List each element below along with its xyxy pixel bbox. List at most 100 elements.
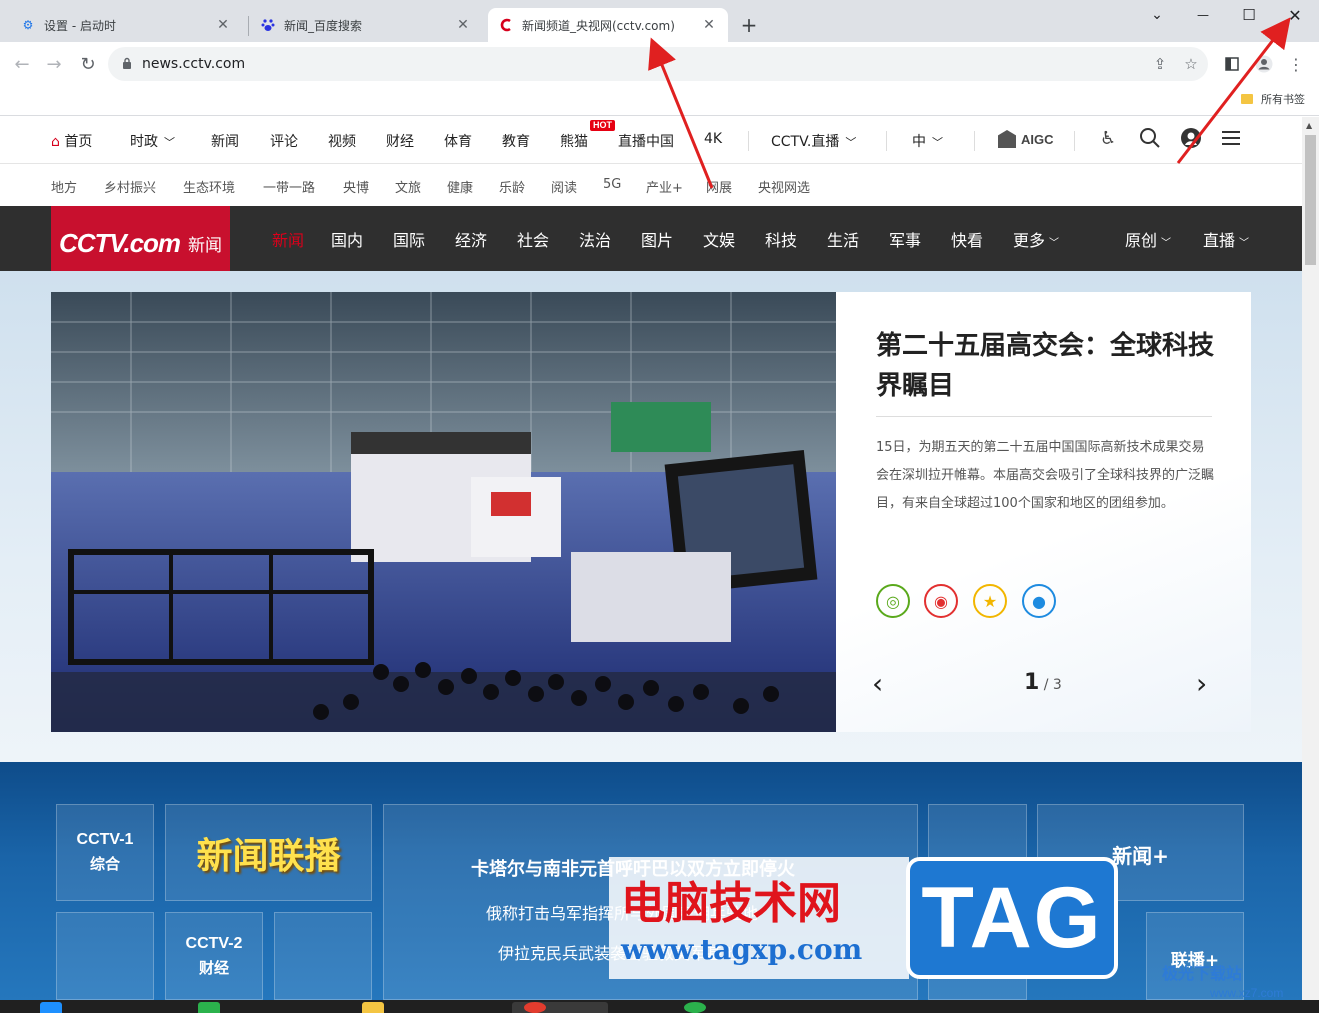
subnav-item[interactable]: 央博 [343, 177, 369, 196]
cctv-sub-nav: 地方 乡村振兴 生态环境 一带一路 央博 文旅 健康 乐龄 阅读 5G 产业+ … [0, 165, 1302, 206]
vertical-scrollbar[interactable]: ▲ [1302, 117, 1319, 1000]
hero-photo[interactable] [51, 292, 836, 732]
subnav-item[interactable]: 一带一路 [263, 177, 315, 196]
cctv-icon [498, 17, 514, 33]
subnav-item[interactable]: 生态环境 [183, 177, 235, 196]
back-arrow-icon[interactable]: ← [8, 50, 36, 78]
tile-blank[interactable] [56, 912, 154, 1000]
nav-4k[interactable]: 4K [704, 131, 722, 147]
channel-item[interactable]: 法治 [579, 227, 611, 251]
tile-xinwen-lianbo[interactable]: 新闻联播 [165, 804, 372, 901]
close-window-button[interactable]: ✕ [1272, 0, 1318, 30]
chevron-down-icon: ﹀ [845, 136, 857, 149]
tab-cctv-news[interactable]: 新闻频道_央视网(cctv.com) ✕ [488, 8, 728, 42]
address-bar[interactable]: news.cctv.com [108, 47, 1208, 81]
taskbar-app-icon[interactable] [198, 1002, 220, 1013]
user-icon[interactable] [1180, 127, 1202, 153]
channel-item[interactable]: 国内 [331, 227, 363, 251]
chevron-down-icon: ﹀ [1239, 238, 1250, 249]
hamburger-menu-icon[interactable] [1220, 127, 1242, 153]
subnav-item[interactable]: 乡村振兴 [104, 177, 156, 196]
reload-icon[interactable]: ↻ [74, 50, 102, 78]
subnav-item[interactable]: 乐龄 [499, 177, 525, 196]
slide-pager: 1 / 3 [1024, 670, 1062, 695]
hero-card: 第二十五届高交会：全球科技界瞩目 15日，为期五天的第二十五届中国国际高新技术成… [836, 292, 1251, 732]
channel-item[interactable]: 图片 [641, 227, 673, 251]
bookmarks-bar: 所有书签 [0, 86, 1319, 116]
subnav-item[interactable]: 阅读 [551, 177, 577, 196]
next-slide-chevron-icon[interactable]: › [1196, 667, 1207, 700]
nav-language[interactable]: 中 ﹀ [912, 131, 943, 151]
cctv-news-logo[interactable]: CCTV.com 新闻 [51, 206, 230, 281]
nav-cctv-live[interactable]: CCTV.直播 ﹀ [771, 131, 856, 151]
maximize-button[interactable]: ☐ [1226, 0, 1272, 30]
nav-finance[interactable]: 财经 [386, 131, 414, 151]
kebab-menu-icon[interactable]: ⋮ [1286, 54, 1306, 74]
qzone-star-share-icon[interactable]: ★ [973, 584, 1007, 618]
channel-item[interactable]: 科技 [765, 227, 797, 251]
nav-video[interactable]: 视频 [328, 131, 356, 151]
aigc-logo-icon [998, 130, 1016, 148]
nav-shizheng[interactable]: 时政 ﹀ [130, 131, 175, 151]
channel-item[interactable]: 快看 [951, 227, 983, 251]
channel-item[interactable]: 社会 [517, 227, 549, 251]
close-tab-icon[interactable]: ✕ [214, 16, 232, 34]
nav-divider [748, 131, 749, 151]
channel-item[interactable]: 生活 [827, 227, 859, 251]
channel-original[interactable]: 原创 ﹀ [1125, 227, 1171, 251]
all-bookmarks-button[interactable]: 所有书签 [1241, 91, 1305, 107]
channel-more[interactable]: 更多 ﹀ [1013, 227, 1059, 251]
chrome-taskbar-icon[interactable] [524, 1002, 546, 1013]
subnav-item[interactable]: 产业+ [646, 177, 683, 196]
scrollbar-thumb[interactable] [1305, 135, 1316, 265]
accessibility-icon[interactable]: ♿ [1100, 128, 1116, 149]
profile-avatar-icon[interactable] [1254, 54, 1274, 74]
channel-item[interactable]: 经济 [455, 227, 487, 251]
nav-comment[interactable]: 评论 [270, 131, 298, 151]
prev-slide-chevron-icon[interactable]: ‹ [872, 667, 883, 700]
share-icon[interactable]: ⇪ [1150, 54, 1170, 74]
bookmark-star-icon[interactable]: ☆ [1181, 54, 1201, 74]
weibo-share-icon[interactable]: ◉ [924, 584, 958, 618]
forward-arrow-icon[interactable]: → [40, 50, 68, 78]
nav-education[interactable]: 教育 [502, 131, 530, 151]
hero-title[interactable]: 第二十五届高交会：全球科技界瞩目 [876, 326, 1216, 406]
tab-search-icon[interactable]: ⌄ [1134, 0, 1180, 30]
wechat-taskbar-icon[interactable] [684, 1002, 706, 1013]
channel-item[interactable]: 军事 [889, 227, 921, 251]
qq-share-icon[interactable]: ● [1022, 584, 1056, 618]
explorer-icon[interactable] [362, 1002, 384, 1013]
channel-news-active[interactable]: 新闻 [272, 227, 304, 251]
search-icon[interactable] [1139, 127, 1161, 153]
side-panel-icon[interactable] [1222, 54, 1242, 74]
start-icon[interactable] [40, 1002, 62, 1013]
close-tab-icon[interactable]: ✕ [700, 16, 718, 34]
subnav-item[interactable]: 地方 [51, 177, 77, 196]
tab-settings[interactable]: ⚙ 设置 - 启动时 ✕ [10, 8, 242, 42]
scroll-up-arrow-icon[interactable]: ▲ [1306, 121, 1312, 130]
aigc-button[interactable]: AIGC [998, 130, 1054, 148]
channel-item[interactable]: 国际 [393, 227, 425, 251]
tab-strip: ⚙ 设置 - 启动时 ✕ 新闻_百度搜索 ✕ 新闻频道_央视网(cctv.com… [0, 0, 1319, 42]
subnav-item[interactable]: 央视网选 [758, 177, 810, 196]
subnav-item[interactable]: 文旅 [395, 177, 421, 196]
nav-news[interactable]: 新闻 [211, 131, 239, 151]
tile-blank[interactable] [274, 912, 372, 1000]
new-tab-button[interactable]: + [738, 13, 760, 37]
tab-baidu[interactable]: 新闻_百度搜索 ✕ [250, 8, 482, 42]
minimize-button[interactable]: — [1180, 0, 1226, 30]
subnav-item[interactable]: 健康 [447, 177, 473, 196]
channel-item[interactable]: 文娱 [703, 227, 735, 251]
nav-home[interactable]: ⌂ 首页 [51, 131, 92, 151]
wechat-share-icon[interactable]: ◎ [876, 584, 910, 618]
tile-cctv1[interactable]: CCTV-1 综合 [56, 804, 154, 901]
nav-panda[interactable]: 熊猫 [560, 131, 588, 151]
nav-sports[interactable]: 体育 [444, 131, 472, 151]
subnav-item[interactable]: 网展 [706, 177, 732, 196]
chevron-down-icon: ﹀ [1049, 238, 1060, 249]
tile-cctv2[interactable]: CCTV-2 财经 [165, 912, 263, 1000]
nav-live-china[interactable]: 直播中国 [618, 131, 674, 151]
close-tab-icon[interactable]: ✕ [454, 16, 472, 34]
subnav-item[interactable]: 5G [603, 177, 621, 192]
channel-live[interactable]: 直播 ﹀ [1203, 227, 1249, 251]
